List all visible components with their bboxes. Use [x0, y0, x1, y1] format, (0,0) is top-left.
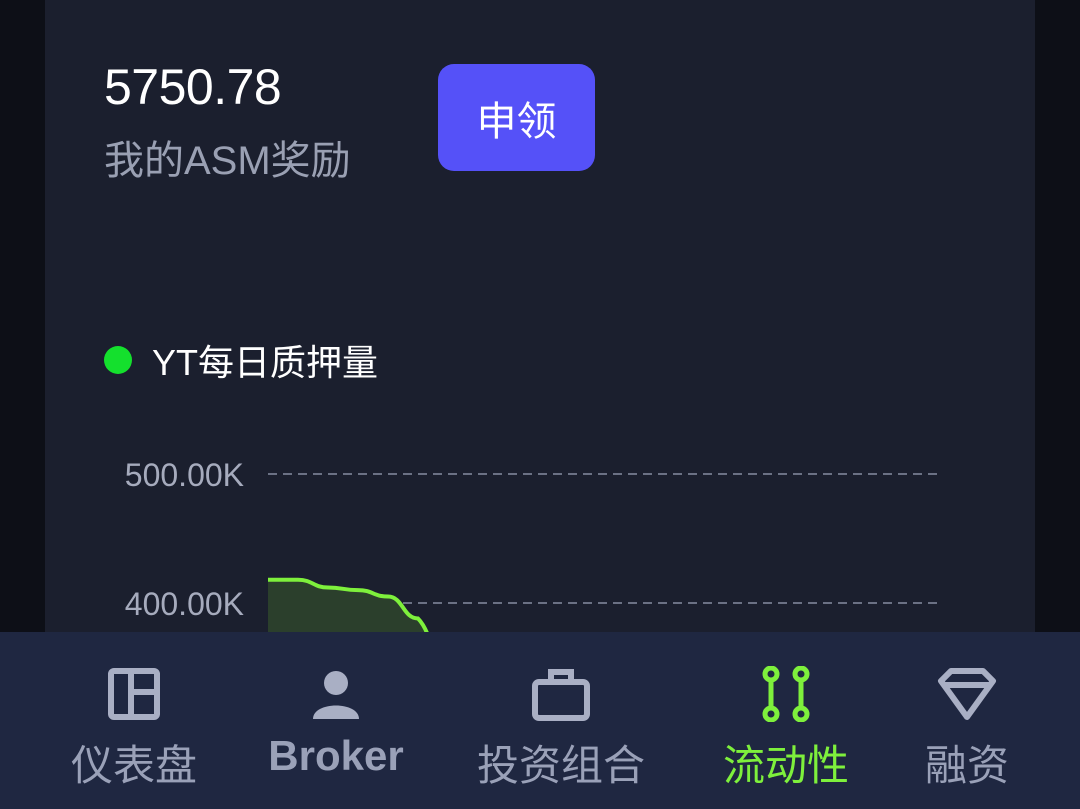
tab-label: 流动性	[722, 742, 849, 789]
tab-label: 仪表盘	[70, 742, 197, 789]
diamond-icon	[937, 664, 997, 724]
tab-label: 融资	[924, 742, 1009, 789]
staking-chart: 500.00K 400.00K	[125, 457, 942, 640]
tab-label: Broker	[268, 732, 404, 779]
dashboard-icon	[107, 664, 161, 724]
bottom-tab-bar: 仪表盘 Broker 投资组合 流动性 融资	[0, 632, 1080, 809]
tab-label: 投资组合	[476, 742, 645, 789]
tab-portfolio[interactable]: 投资组合	[468, 632, 654, 809]
y-tick-500k: 500.00K	[125, 457, 244, 493]
tab-financing[interactable]: 融资	[900, 632, 1034, 809]
tab-liquidity[interactable]: 流动性	[706, 632, 866, 809]
tab-broker[interactable]: Broker	[256, 632, 416, 809]
liquidity-icon	[759, 664, 813, 724]
tab-dashboard[interactable]: 仪表盘	[54, 632, 214, 809]
person-icon	[309, 664, 363, 724]
y-tick-400k: 400.00K	[125, 586, 244, 622]
briefcase-icon	[531, 664, 591, 724]
